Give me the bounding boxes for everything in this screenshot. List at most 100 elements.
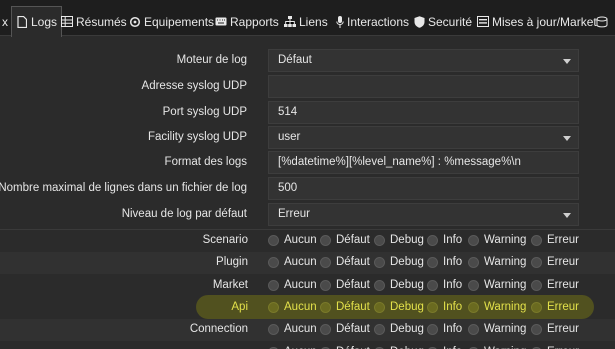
radio-info[interactable]: Info <box>427 301 462 313</box>
radio-warning[interactable]: Warning <box>468 279 526 291</box>
radio-warning[interactable]: Warning <box>468 301 526 313</box>
radio-dot[interactable] <box>320 234 331 246</box>
radio-defaut[interactable]: Défaut <box>320 256 370 268</box>
radio-dot[interactable] <box>427 256 438 268</box>
radio-dot[interactable] <box>427 323 438 335</box>
log-engine-row: Moteur de log Défaut <box>0 49 615 74</box>
cache-icon <box>596 16 608 28</box>
level-row-label: Api <box>231 301 248 313</box>
radio-dot[interactable] <box>268 301 279 313</box>
level-row-scenario: Scenario Aucun Défaut Debug Info Warning… <box>0 230 615 252</box>
default-level-row: Niveau de log par défaut Erreur <box>0 203 615 228</box>
tab-rapports[interactable]: Rapports <box>215 7 279 36</box>
log-format-input[interactable]: [%datetime%][%level_name%] : %message%\n <box>268 151 579 174</box>
max-lines-input[interactable]: 500 <box>268 177 579 200</box>
microphone-icon <box>336 15 344 28</box>
radio-info[interactable]: Info <box>427 234 462 246</box>
radio-dot[interactable] <box>268 279 279 291</box>
file-icon <box>16 16 28 28</box>
radio-aucun[interactable]: Aucun <box>268 279 317 291</box>
radio-dot[interactable] <box>320 256 331 268</box>
chevron-down-icon <box>563 136 571 141</box>
radio-dot[interactable] <box>468 301 479 313</box>
radio-debug[interactable]: Debug <box>374 234 424 246</box>
radio-dot[interactable] <box>374 279 385 291</box>
log-engine-select[interactable]: Défaut <box>268 49 579 72</box>
tab-interactions[interactable]: Interactions <box>336 7 409 36</box>
radio-defaut[interactable]: Défaut <box>320 301 370 313</box>
radio-warning[interactable]: Warning <box>468 323 526 335</box>
radio-info[interactable]: Info <box>427 256 462 268</box>
syslog-facility-select[interactable]: user <box>268 126 579 149</box>
tab-equipements[interactable]: Equipements <box>129 7 214 36</box>
radio-label: Erreur <box>547 301 579 313</box>
tab-cache[interactable] <box>596 7 611 36</box>
chevron-down-icon <box>563 213 571 218</box>
radio-label: Erreur <box>547 256 579 268</box>
radio-dot[interactable] <box>531 234 542 246</box>
tab-logs[interactable]: Logs <box>11 6 63 37</box>
radio-dot[interactable] <box>468 234 479 246</box>
tab-resumes[interactable]: Résumés <box>61 7 127 36</box>
radio-label: Warning <box>484 279 527 291</box>
radio-label: Défaut <box>336 301 370 313</box>
radio-defaut[interactable]: Défaut <box>320 323 370 335</box>
radio-warning[interactable]: Warning <box>468 256 526 268</box>
tab-liens[interactable]: Liens <box>284 7 328 36</box>
radio-dot[interactable] <box>531 301 542 313</box>
radio-aucun[interactable]: Aucun <box>268 301 317 313</box>
radio-debug[interactable]: Debug <box>374 301 424 313</box>
radio-dot[interactable] <box>268 256 279 268</box>
radio-dot[interactable] <box>531 279 542 291</box>
radio-aucun[interactable]: Aucun <box>268 256 317 268</box>
tab-securite[interactable]: Securité <box>413 7 472 36</box>
default-level-select[interactable]: Erreur <box>268 203 579 226</box>
radio-erreur[interactable]: Erreur <box>531 323 579 335</box>
radio-dot[interactable] <box>320 279 331 291</box>
radio-erreur[interactable]: Erreur <box>531 234 579 246</box>
radio-debug[interactable]: Debug <box>374 256 424 268</box>
syslog-address-label: Adresse syslog UDP <box>141 80 247 92</box>
radio-dot[interactable] <box>427 234 438 246</box>
radio-dot[interactable] <box>374 301 385 313</box>
radio-erreur[interactable]: Erreur <box>531 301 579 313</box>
radio-aucun[interactable]: Aucun <box>268 323 317 335</box>
radio-dot[interactable] <box>374 323 385 335</box>
radio-defaut[interactable]: Défaut <box>320 234 370 246</box>
syslog-facility-row: Facility syslog UDP user <box>0 126 615 151</box>
radio-label: Aucun <box>284 234 317 246</box>
radio-label: Warning <box>484 256 527 268</box>
radio-debug[interactable]: Debug <box>374 323 424 335</box>
syslog-address-input[interactable] <box>268 75 579 98</box>
radio-dot[interactable] <box>468 279 479 291</box>
level-row-partial: Aucun Défaut Debug Info Warning Erreur <box>0 342 615 349</box>
radio-label: Erreur <box>547 279 579 291</box>
radio-dot[interactable] <box>427 279 438 291</box>
radio-dot[interactable] <box>268 323 279 335</box>
radio-info[interactable]: Info <box>427 279 462 291</box>
radio-dot[interactable] <box>268 234 279 246</box>
level-row-market: Market Aucun Défaut Debug Info Warning E… <box>0 275 615 297</box>
syslog-port-input[interactable]: 514 <box>268 101 579 124</box>
tab-previous[interactable]: x <box>2 7 8 36</box>
radio-dot[interactable] <box>374 256 385 268</box>
radio-dot[interactable] <box>427 301 438 313</box>
radio-dot[interactable] <box>320 301 331 313</box>
radio-dot[interactable] <box>320 323 331 335</box>
syslog-address-row: Adresse syslog UDP <box>0 75 615 100</box>
radio-dot[interactable] <box>531 323 542 335</box>
tab-label: Interactions <box>347 14 410 29</box>
radio-aucun[interactable]: Aucun <box>268 234 317 246</box>
radio-debug[interactable]: Debug <box>374 279 424 291</box>
radio-info[interactable]: Info <box>427 323 462 335</box>
radio-dot[interactable] <box>531 256 542 268</box>
radio-warning[interactable]: Warning <box>468 234 526 246</box>
syslog-port-label: Port syslog UDP <box>162 106 247 118</box>
tab-mises-a-jour-market[interactable]: Mises à jour/Market <box>477 7 597 36</box>
radio-defaut[interactable]: Défaut <box>320 279 370 291</box>
radio-dot[interactable] <box>374 234 385 246</box>
radio-erreur[interactable]: Erreur <box>531 256 579 268</box>
radio-dot[interactable] <box>468 256 479 268</box>
radio-dot[interactable] <box>468 323 479 335</box>
radio-erreur[interactable]: Erreur <box>531 279 579 291</box>
